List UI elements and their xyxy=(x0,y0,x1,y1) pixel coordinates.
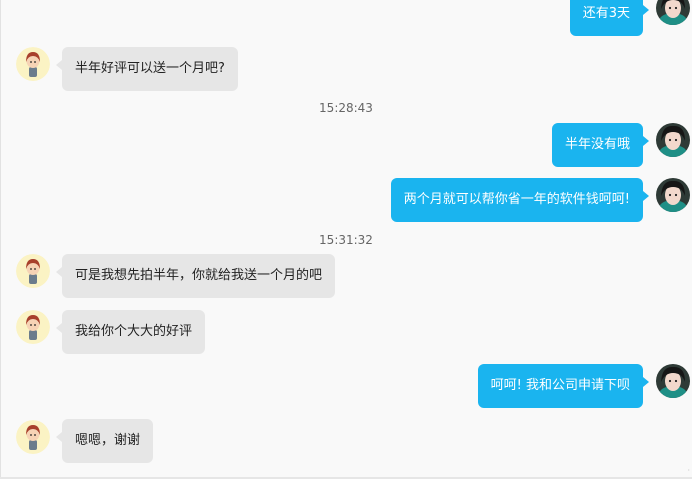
girl-photo-avatar-icon[interactable] xyxy=(656,364,690,398)
cartoon-girl-avatar-icon[interactable] xyxy=(16,254,50,288)
message-bubble-outgoing: 还有3天 xyxy=(569,0,650,36)
girl-photo-avatar-icon[interactable] xyxy=(656,0,690,25)
message-timestamp: 15:31:32 xyxy=(319,233,373,247)
cartoon-girl-avatar-icon[interactable] xyxy=(16,420,50,454)
cartoon-girl-avatar-icon[interactable] xyxy=(16,310,50,344)
cartoon-girl-avatar-icon[interactable] xyxy=(16,47,50,81)
chat-window: 还有3天 半年好评可以送一个月吧? 15:28:43 半年没有哦 两个月就可以帮… xyxy=(0,0,692,479)
message-bubble-outgoing: 半年没有哦 xyxy=(551,123,650,167)
message-bubble-incoming: 嗯嗯，谢谢 xyxy=(55,419,154,463)
girl-photo-avatar-icon[interactable] xyxy=(656,178,690,212)
girl-photo-avatar-icon[interactable] xyxy=(656,123,690,157)
message-timestamp: 15:28:43 xyxy=(319,101,373,115)
message-bubble-incoming: 可是我想先拍半年，你就给我送一个月的吧 xyxy=(55,254,336,298)
message-bubble-incoming: 半年好评可以送一个月吧? xyxy=(56,47,238,91)
message-bubble-outgoing: 两个月就可以帮你省一年的软件钱呵呵! xyxy=(390,178,650,222)
message-bubble-incoming: 我给你个大大的好评 xyxy=(55,310,206,354)
resize-grip-icon[interactable]: · xyxy=(687,466,690,475)
message-bubble-outgoing: 呵呵! 我和公司申请下呗 xyxy=(477,364,650,408)
